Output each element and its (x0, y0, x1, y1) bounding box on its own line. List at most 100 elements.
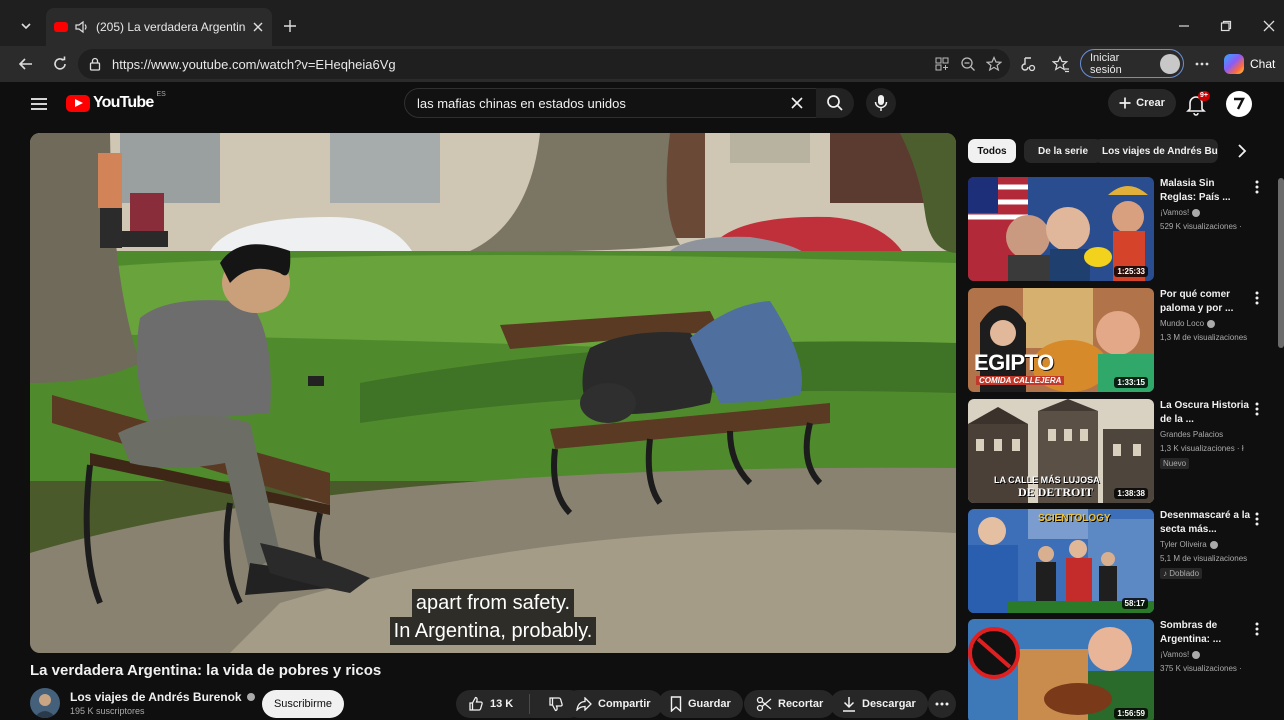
video-thumbnail[interactable]: 1:25:33 (968, 177, 1154, 281)
recommendation-title[interactable]: Sombras de Argentina: ... (1160, 619, 1252, 647)
clear-search-icon[interactable] (786, 92, 808, 114)
reload-icon[interactable] (46, 50, 74, 78)
subscribe-button[interactable]: Suscribirme (262, 690, 344, 718)
channel-name[interactable]: Los viajes de Andrés Burenok (70, 690, 255, 704)
back-arrow-icon[interactable] (12, 50, 40, 78)
video-thumbnail[interactable]: EGIPTO COMIDA CALLEJERA 1:33:15 (968, 288, 1154, 392)
recommendation-title[interactable]: Malasia Sin Reglas: País ... (1160, 177, 1252, 205)
recommendation-item[interactable]: 1:56:59 Sombras de Argentina: ... ¡Vamos… (968, 619, 1280, 720)
clip-button[interactable]: Recortar (744, 690, 836, 718)
recommendation-channel[interactable]: Tyler Oliveira (1160, 540, 1218, 549)
chips-next-chevron-icon[interactable] (1230, 139, 1254, 163)
notifications-button[interactable]: 9+ (1184, 91, 1212, 117)
more-vertical-icon[interactable] (1251, 621, 1263, 637)
voice-search-button[interactable] (866, 88, 896, 118)
site-info-lock-icon[interactable] (88, 57, 102, 71)
chip-all[interactable]: Todos (968, 139, 1016, 163)
new-tab-plus-icon[interactable] (278, 14, 302, 38)
channel-text: ¡Vamos! (1160, 208, 1190, 217)
youtube-header: YouTube ES las mafias chinas en estados … (8, 82, 1284, 126)
chip-from-series[interactable]: De la serie (1024, 139, 1102, 163)
channel-name-text: Los viajes de Andrés Burenok (70, 690, 242, 704)
clip-label: Recortar (778, 698, 824, 710)
like-button[interactable]: 13 K (456, 690, 523, 718)
more-vertical-icon[interactable] (1251, 511, 1263, 527)
download-button[interactable]: Descargar (830, 690, 928, 718)
thumbnail-text: LA CALLE MÁS LUJOSA (994, 475, 1100, 485)
youtube-play-logo-icon (66, 94, 90, 112)
recommendation-item[interactable]: 1:25:33 Malasia Sin Reglas: País ... ¡Va… (968, 177, 1280, 283)
video-thumbnail[interactable]: 1:56:59 (968, 619, 1154, 720)
recommendation-title[interactable]: Por qué comer paloma y por ... (1160, 288, 1252, 316)
tab-title: (205) La verdadera Argentina: (96, 20, 246, 34)
create-button[interactable]: Crear (1108, 89, 1176, 117)
restore-icon[interactable] (1212, 12, 1240, 40)
verified-icon (1207, 319, 1216, 328)
copilot-chat-button[interactable]: Chat (1224, 50, 1284, 78)
verified-icon (1209, 540, 1218, 549)
recommendation-title[interactable]: La Oscura Historia de la ... (1160, 399, 1252, 427)
search-query-text: las mafias chinas en estados unidos (417, 95, 626, 111)
like-count: 13 K (490, 698, 514, 710)
thumbnail-subtext: COMIDA CALLEJERA (976, 376, 1065, 385)
verified-icon (1192, 650, 1201, 659)
window-close-icon[interactable] (1255, 12, 1283, 40)
more-actions-button[interactable] (928, 690, 956, 718)
more-vertical-icon[interactable] (1251, 290, 1263, 306)
youtube-wordmark: YouTube (93, 94, 154, 111)
more-options-icon[interactable] (1190, 52, 1214, 76)
search-button[interactable] (816, 88, 854, 118)
favorites-icon[interactable] (1049, 52, 1073, 76)
recommendation-item[interactable]: LA CALLE MÁS LUJOSA DE DETROIT 1:38:38 L… (968, 399, 1280, 505)
recommendation-views: 375 K visualizaciones · (1160, 664, 1242, 673)
tab-list-chevron-icon[interactable] (12, 12, 40, 40)
recommendation-item[interactable]: SCIENTOLOGY 58:17 Desenmascaré a la sect… (968, 509, 1280, 615)
thumbnail-text: EGIPTO (974, 350, 1054, 375)
extensions-icon[interactable] (1016, 52, 1040, 76)
url-field[interactable]: https://www.youtube.com/watch?v=EHeqheia… (78, 49, 1010, 79)
chat-label: Chat (1250, 57, 1276, 71)
thumbs-up-icon (469, 696, 483, 711)
page-scrollbar[interactable] (1278, 178, 1284, 348)
channel-avatar[interactable] (30, 688, 60, 718)
menu-hamburger-icon[interactable] (28, 93, 50, 115)
speaker-icon[interactable] (74, 20, 90, 34)
more-vertical-icon[interactable] (1251, 179, 1263, 195)
plus-icon (1119, 97, 1131, 109)
save-button[interactable]: Guardar (658, 690, 743, 718)
notification-count-badge: 9+ (1198, 91, 1210, 101)
video-thumbnail[interactable]: LA CALLE MÁS LUJOSA DE DETROIT 1:38:38 (968, 399, 1154, 503)
recommendation-channel[interactable]: Grandes Palacios (1160, 430, 1223, 439)
account-avatar[interactable] (1226, 91, 1252, 117)
minimize-icon[interactable] (1170, 12, 1198, 40)
thumbs-down-icon (549, 697, 564, 712)
bookmark-icon (670, 696, 682, 712)
microphone-icon (874, 95, 888, 111)
youtube-favicon-icon (54, 22, 68, 32)
app-available-icon[interactable] (934, 56, 950, 72)
browser-tab[interactable]: (205) La verdadera Argentina: (46, 8, 272, 46)
recommendation-channel[interactable]: ¡Vamos! (1160, 650, 1201, 659)
video-thumbnail[interactable]: SCIENTOLOGY 58:17 (968, 509, 1154, 613)
save-label: Guardar (688, 698, 731, 710)
recommendation-item[interactable]: EGIPTO COMIDA CALLEJERA 1:33:15 Por qué … (968, 288, 1280, 394)
caption-line-1: apart from safety. (411, 589, 575, 617)
favorite-star-icon[interactable] (986, 56, 1002, 72)
share-button[interactable]: Compartir (564, 690, 663, 718)
video-player[interactable]: apart from safety. In Argentina, probabl… (30, 133, 956, 653)
zoom-icon[interactable] (960, 56, 976, 72)
tab-close-icon[interactable] (252, 21, 264, 33)
verified-icon (1192, 208, 1201, 217)
more-vertical-icon[interactable] (1251, 401, 1263, 417)
recommendation-title[interactable]: Desenmascaré a la secta más... (1160, 509, 1252, 537)
video-duration: 1:25:33 (1114, 266, 1148, 277)
recommendation-channel[interactable]: Mundo Loco (1160, 319, 1216, 328)
search-input[interactable]: las mafias chinas en estados unidos (404, 88, 820, 118)
youtube-logo[interactable]: YouTube ES (66, 91, 166, 112)
recommendation-channel[interactable]: ¡Vamos! (1160, 208, 1201, 217)
youtube-page: YouTube ES las mafias chinas en estados … (8, 82, 1284, 720)
sign-in-button[interactable]: Iniciar sesión (1080, 49, 1184, 78)
download-label: Descargar (862, 698, 916, 710)
thumbnail-text: SCIENTOLOGY (1038, 513, 1111, 524)
chip-channel[interactable]: Los viajes de Andrés Bu (1094, 139, 1218, 163)
